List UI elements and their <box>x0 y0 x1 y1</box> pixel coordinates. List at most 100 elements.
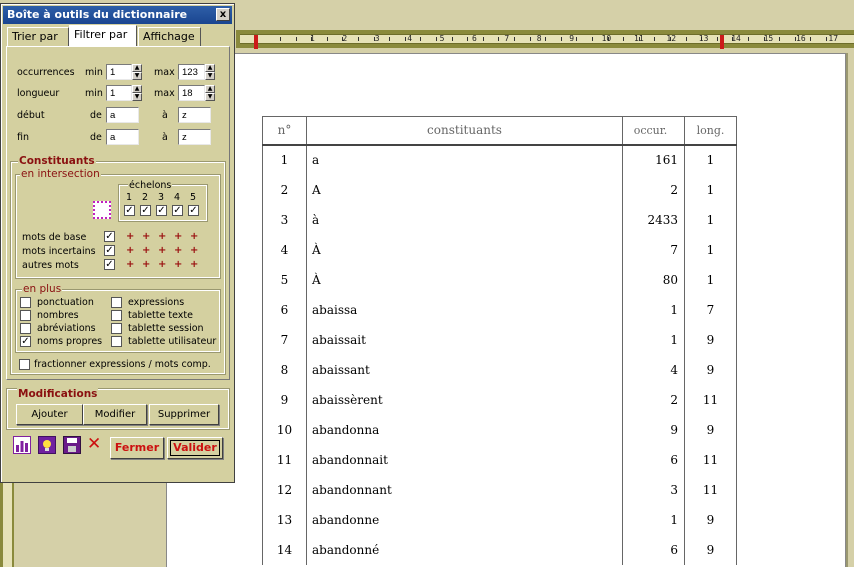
longueur-min-spinner[interactable]: ▲ ▼ <box>132 85 142 101</box>
row-length: 1 <box>684 174 737 205</box>
ruler-number: 13 <box>698 34 709 43</box>
echelon-checkbox[interactable]: ✓ <box>172 205 183 216</box>
fractionner-checkbox[interactable] <box>19 359 30 370</box>
row-number: 1 <box>262 144 307 175</box>
longueur-max-spinner[interactable]: ▲ ▼ <box>205 85 215 101</box>
longueur-max-input[interactable] <box>178 85 205 101</box>
fin-to-label: à <box>162 132 168 143</box>
en-plus-label: tablette session <box>128 323 204 334</box>
valider-button[interactable]: Valider <box>167 437 223 459</box>
intersection-title: en intersection <box>20 168 101 180</box>
row-occurrences: 161 <box>622 144 685 175</box>
en-plus-title: en plus <box>22 283 63 295</box>
spin-down-icon[interactable]: ▼ <box>132 93 142 101</box>
right-indent-marker[interactable] <box>720 35 724 49</box>
row-number: 2 <box>262 174 307 205</box>
spin-down-icon[interactable]: ▼ <box>205 72 215 80</box>
supprimer-button[interactable]: Supprimer <box>149 404 219 425</box>
plus-marker: + <box>142 259 151 270</box>
row-occurrences: 6 <box>622 444 685 475</box>
echelon-checkbox[interactable]: ✓ <box>188 205 199 216</box>
selection-icon[interactable] <box>93 201 111 219</box>
longueur-min-input[interactable] <box>106 85 132 101</box>
occurrences-min-spinner[interactable]: ▲ ▼ <box>132 64 142 80</box>
debut-from-input[interactable] <box>106 107 139 123</box>
en-plus-checkbox[interactable] <box>20 323 31 334</box>
statistics-icon[interactable] <box>13 436 31 454</box>
ruler-tick <box>529 37 531 41</box>
spin-up-icon[interactable]: ▲ <box>205 64 215 72</box>
window-close-button[interactable]: x <box>216 8 230 21</box>
ajouter-button[interactable]: Ajouter <box>16 404 83 425</box>
spin-down-icon[interactable]: ▼ <box>132 72 142 80</box>
fin-from-input[interactable] <box>106 129 139 145</box>
en-plus-checkbox[interactable] <box>111 310 122 321</box>
spin-up-icon[interactable]: ▲ <box>132 64 142 72</box>
window-titlebar[interactable]: Boîte à outils du dictionnaire x <box>3 6 232 24</box>
en-plus-checkbox[interactable]: ✓ <box>20 336 31 347</box>
ruler-tick <box>498 37 500 41</box>
en-plus-checkbox[interactable] <box>111 297 122 308</box>
occurrences-max-spinner[interactable]: ▲ ▼ <box>205 64 215 80</box>
table-row[interactable]: 13 abandonne 1 9 <box>262 504 737 535</box>
left-indent-marker[interactable] <box>254 35 258 49</box>
row-word: abaissèrent <box>306 384 623 415</box>
modifier-button[interactable]: Modifier <box>83 404 147 425</box>
en-plus-checkbox[interactable] <box>20 297 31 308</box>
ruler-number: 14 <box>731 34 741 43</box>
en-plus-checkbox[interactable] <box>20 310 31 321</box>
row-length: 1 <box>684 234 737 265</box>
table-row[interactable]: 8 abaissant 4 9 <box>262 354 737 385</box>
echelon-checkbox[interactable]: ✓ <box>124 205 135 216</box>
delete-x-icon[interactable]: ✕ <box>87 434 101 454</box>
table-row[interactable]: 7 abaissait 1 9 <box>262 324 737 355</box>
vertical-ruler[interactable] <box>0 482 14 567</box>
table-row[interactable]: 4À71 <box>262 234 737 265</box>
table-row[interactable]: 10 abandonna 9 9 <box>262 414 737 445</box>
occurrences-min-input[interactable] <box>106 64 132 80</box>
table-row[interactable]: 6 abaissa 1 7 <box>262 294 737 325</box>
spin-up-icon[interactable]: ▲ <box>205 85 215 93</box>
table-row[interactable]: 12 abandonnant 3 11 <box>262 474 737 505</box>
echelon-checkbox[interactable]: ✓ <box>156 205 167 216</box>
ruler-tick <box>654 37 656 41</box>
ruler-number: 3 <box>374 34 380 43</box>
ruler-tick <box>560 37 562 41</box>
row-word: abandonnant <box>306 474 623 505</box>
save-disk-icon[interactable] <box>63 436 81 454</box>
echelon-number: 2 <box>142 192 149 203</box>
table-row[interactable]: 11 abandonnait 6 11 <box>262 444 737 475</box>
tab-affichage[interactable]: Affichage <box>138 27 201 46</box>
ruler-number: 6 <box>472 34 477 43</box>
table-row[interactable]: 14 abandonné 6 9 <box>262 534 737 565</box>
echelon-checkbox[interactable]: ✓ <box>140 205 151 216</box>
table-row[interactable]: 9 abaissèrent 2 11 <box>262 384 737 415</box>
echelon-number: 4 <box>174 192 181 203</box>
en-plus-checkbox[interactable] <box>111 336 122 347</box>
lightbulb-icon[interactable] <box>38 436 56 454</box>
ruler-tick <box>576 37 578 41</box>
tab-filtrer-par[interactable]: Filtrer par <box>69 25 137 47</box>
ruler-number: 11 <box>634 34 644 43</box>
intersection-row-checkbox[interactable]: ✓ <box>104 259 115 270</box>
table-row[interactable]: 5 À 80 1 <box>262 264 737 295</box>
occurrences-max-input[interactable] <box>178 64 205 80</box>
intersection-row-checkbox[interactable]: ✓ <box>104 245 115 256</box>
horizontal-ruler[interactable]: 1 2 3 4 5 6 7 8 9 10 11 12 13 14 15 16 17 <box>236 30 854 49</box>
intersection-row-label: autres mots <box>22 260 79 271</box>
spin-up-icon[interactable]: ▲ <box>132 85 142 93</box>
intersection-row-checkbox[interactable]: ✓ <box>104 231 115 242</box>
plus-marker: + <box>190 259 199 270</box>
ruler-number: 4 <box>407 34 413 43</box>
table-row[interactable]: 1 a 161 1 <box>262 144 737 175</box>
debut-to-input[interactable] <box>178 107 211 123</box>
en-plus-checkbox[interactable] <box>111 323 122 334</box>
fermer-button[interactable]: Fermer <box>110 437 164 459</box>
table-row[interactable]: 3 à 2433 1 <box>262 204 737 235</box>
table-row[interactable]: 2A21 <box>262 174 737 205</box>
tab-trier-par[interactable]: Trier par <box>7 27 69 46</box>
row-occurrences: 3 <box>622 474 685 505</box>
fin-to-input[interactable] <box>178 129 211 145</box>
spin-down-icon[interactable]: ▼ <box>205 93 215 101</box>
row-length: 1 <box>684 144 737 175</box>
